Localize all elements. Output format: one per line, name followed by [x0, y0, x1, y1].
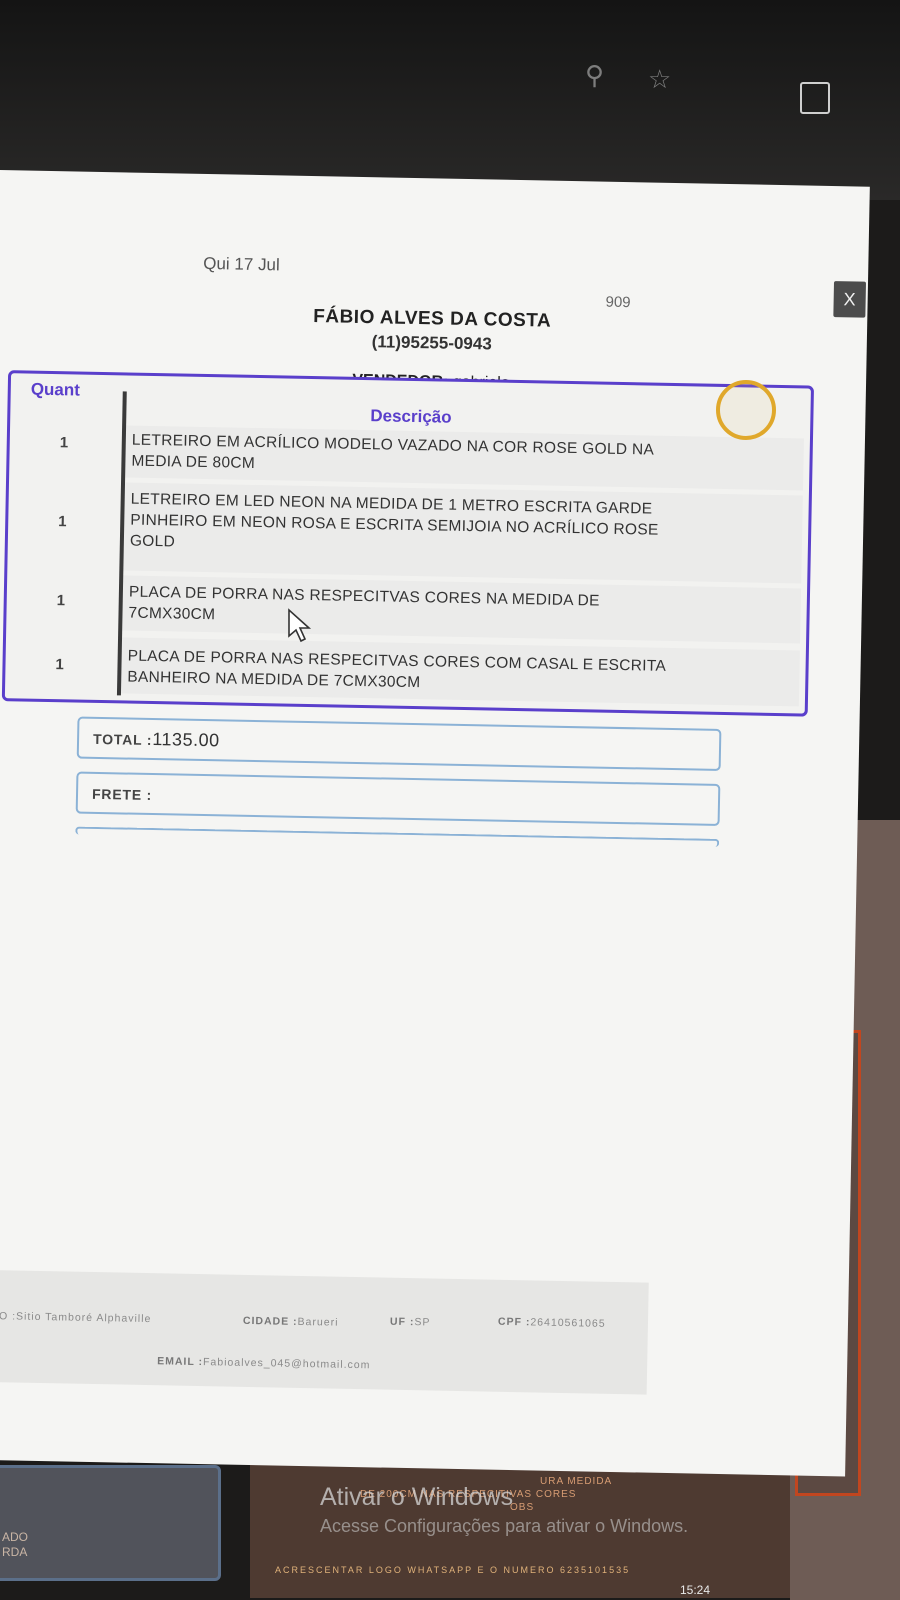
cursor-highlight-ring [716, 380, 776, 440]
table-row: 1 PLACA DE PORRA NAS RESPECITVAS CORES N… [6, 573, 807, 644]
background-left-card [0, 1465, 221, 1581]
row-quantity: 1 [58, 513, 67, 531]
mouse-pointer-icon [288, 608, 312, 643]
row-description: LETREIRO EM LED NEON NA MEDIDA DE 1 METR… [129, 490, 659, 551]
table-row: 1 LETREIRO EM LED NEON NA MEDIDA DE 1 ME… [7, 480, 809, 584]
row-quantity: 1 [59, 434, 69, 452]
windows-activation-subtext: Acesse Configurações para ativar o Windo… [320, 1516, 689, 1536]
order-modal: X Qui 17 Jul 909 FÁBIO ALVES DA COSTA (1… [0, 170, 870, 1477]
address-bairro: IRRO :Sitio Tamboré Alphaville [0, 1309, 152, 1326]
total-label: TOTAL : [92, 730, 153, 749]
total-field: TOTAL :1135.00 [76, 716, 722, 771]
background-order-note: ACRESCENTAR LOGO WHATSAPP E O NUMERO 623… [275, 1565, 631, 1575]
background-left-text: ADO RDA [2, 1530, 29, 1559]
items-table: Quant Descrição 1 LETREIRO EM ACRÍLICO M… [1, 370, 815, 717]
address-email: EMAIL :Fabioalves_045@hotmail.com [157, 1355, 371, 1372]
taskbar-clock: 15:24 [680, 1583, 711, 1597]
row-quantity: 1 [55, 656, 65, 674]
zoom-icon[interactable]: ⚲ [585, 62, 604, 88]
address-panel: IRRO :Sitio Tamboré Alphaville CIDADE :B… [0, 1269, 649, 1395]
star-icon[interactable]: ☆ [648, 66, 671, 92]
column-header-quant: Quant [30, 379, 81, 400]
frete-field: FRETE : [75, 771, 721, 826]
column-header-description: Descrição [370, 406, 452, 427]
browser-toolbar: ⚲ ☆ [0, 0, 900, 200]
close-button[interactable]: X [833, 281, 867, 318]
next-field [75, 826, 720, 847]
order-date: Qui 17 Jul [203, 253, 280, 275]
address-uf: UF :SP [389, 1315, 431, 1329]
close-icon: X [843, 289, 856, 310]
table-row: 1 PLACA DE PORRA NAS RESPECITVAS CORES C… [5, 635, 806, 707]
address-cidade: CIDADE :Barueri [242, 1314, 339, 1329]
windows-activation-watermark: Ativar o Windows [320, 1483, 514, 1511]
total-value: 1135.00 [152, 729, 220, 751]
row-quantity: 1 [56, 592, 66, 610]
frete-label: FRETE : [91, 785, 153, 804]
extensions-icon[interactable] [800, 82, 830, 114]
order-number: 909 [605, 293, 631, 312]
table-row: 1 LETREIRO EM ACRÍLICO MODELO VAZADO NA … [9, 423, 810, 491]
address-cpf: CPF :26410561065 [497, 1315, 606, 1330]
